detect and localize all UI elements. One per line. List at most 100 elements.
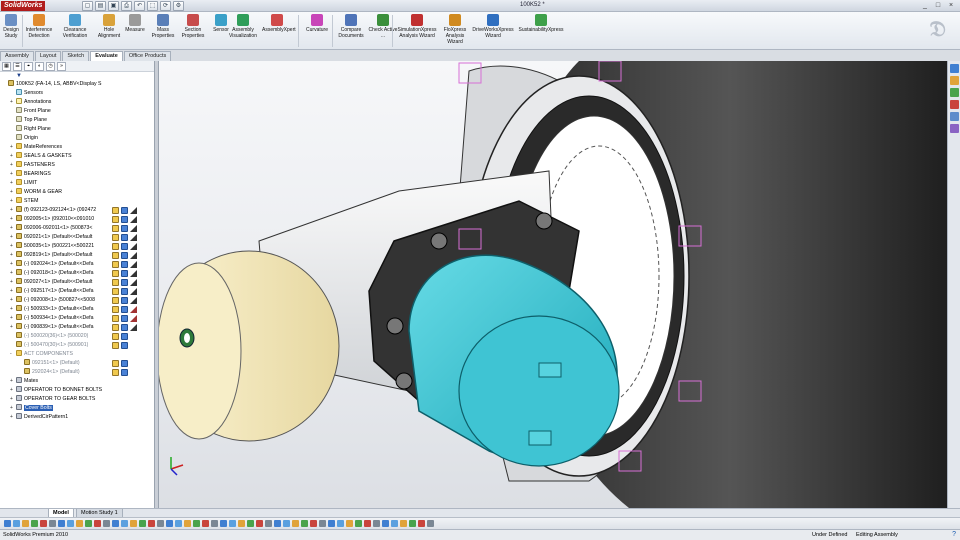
options-icon[interactable]: ⚙ [173, 1, 184, 11]
tree-node[interactable]: + Mates [10, 377, 112, 386]
tree-node[interactable]: + STEM [10, 197, 112, 206]
tree-node[interactable]: + (-) 092024<1> (Default<<Defa [10, 260, 112, 269]
appearance-icon[interactable] [130, 207, 137, 214]
ribbon-button-5[interactable]: Mass Properties [148, 14, 178, 48]
view-tool-icon[interactable] [391, 520, 398, 527]
view-tool-icon[interactable] [400, 520, 407, 527]
panel-tool-icon[interactable]: ▦ [2, 62, 11, 71]
visibility-icon[interactable] [112, 306, 119, 313]
view-tool-icon[interactable] [229, 520, 236, 527]
task-pane-tab-icon[interactable] [949, 112, 959, 121]
ribbon-button-8[interactable]: Assembly Visualization [228, 14, 258, 48]
display-pane-icon[interactable] [121, 324, 128, 331]
display-pane-icon[interactable] [121, 279, 128, 286]
visibility-icon[interactable] [112, 207, 119, 214]
appearance-icon[interactable] [130, 252, 137, 259]
view-tool-icon[interactable] [13, 520, 20, 527]
minimize-button[interactable]: _ [920, 1, 930, 10]
appearance-icon[interactable] [130, 261, 137, 268]
visibility-icon[interactable] [112, 243, 119, 250]
tree-node[interactable]: + MateReferences [10, 143, 112, 152]
tree-node[interactable]: + SEALS & GASKETS [10, 152, 112, 161]
tree-node[interactable]: + BEARINGS [10, 170, 112, 179]
tree-node[interactable]: Sensors [10, 89, 112, 98]
display-pane-icon[interactable] [121, 342, 128, 349]
maximize-button[interactable]: □ [933, 1, 943, 10]
ribbon-button-16[interactable]: SustainabilityXpress [516, 14, 566, 48]
tree-node[interactable]: + (-) 500933<1> (Default<<Defa [10, 305, 112, 314]
panel-tool-icon[interactable]: ⌖ [24, 62, 33, 71]
tab-layout[interactable]: Layout [34, 51, 62, 61]
display-pane-icon[interactable] [121, 306, 128, 313]
ribbon-button-9[interactable]: AssemblyXpert [262, 14, 296, 48]
tree-node[interactable]: + Annotations [10, 98, 112, 107]
graphics-viewport[interactable] [159, 61, 947, 508]
tree-node[interactable]: (-) 500020(36)<1> (500020) [10, 332, 112, 341]
visibility-icon[interactable] [112, 360, 119, 367]
visibility-icon[interactable] [112, 324, 119, 331]
tree-node[interactable]: + OPERATOR TO BONNET BOLTS [10, 386, 112, 395]
visibility-icon[interactable] [112, 288, 119, 295]
view-tool-icon[interactable] [355, 520, 362, 527]
tree-node[interactable]: +500035<1> (500221<<500221 [10, 242, 112, 251]
display-pane-icon[interactable] [121, 261, 128, 268]
ribbon-button-2[interactable]: Clearance Verification [60, 14, 90, 48]
help-icon[interactable]: ? [952, 530, 956, 540]
view-tool-icon[interactable] [31, 520, 38, 527]
view-tool-icon[interactable] [301, 520, 308, 527]
appearance-icon[interactable] [130, 315, 137, 322]
display-pane-icon[interactable] [121, 369, 128, 376]
view-tool-icon[interactable] [418, 520, 425, 527]
ribbon-button-13[interactable]: SimulationXpress Analysis Wizard [396, 14, 438, 48]
visibility-icon[interactable] [112, 270, 119, 277]
appearance-icon[interactable] [130, 234, 137, 241]
tree-node[interactable]: Right Plane [10, 125, 112, 134]
view-tool-icon[interactable] [283, 520, 290, 527]
display-pane-icon[interactable] [121, 297, 128, 304]
tree-node[interactable]: + OPERATOR TO GEAR BOLTS [10, 395, 112, 404]
view-tool-icon[interactable] [67, 520, 74, 527]
tree-node[interactable]: + (f) 092123-092124<1> (092472 [10, 206, 112, 215]
task-pane-tab-icon[interactable] [949, 88, 959, 97]
visibility-icon[interactable] [112, 333, 119, 340]
tree-node[interactable]: Front Plane [10, 107, 112, 116]
view-tool-icon[interactable] [247, 520, 254, 527]
view-tool-icon[interactable] [220, 520, 227, 527]
view-tool-icon[interactable] [40, 520, 47, 527]
view-tool-icon[interactable] [4, 520, 11, 527]
tree-node[interactable]: Origin [10, 134, 112, 143]
view-tool-icon[interactable] [202, 520, 209, 527]
tree-node[interactable]: 292024<1> (Default) [18, 368, 112, 377]
view-tool-icon[interactable] [49, 520, 56, 527]
tree-node[interactable]: + (-) 092018<1> (Default<<Defa [10, 269, 112, 278]
visibility-icon[interactable] [112, 315, 119, 322]
panel-tool-icon[interactable]: ◷ [46, 62, 55, 71]
ribbon-button-15[interactable]: DriveWorksXpress Wizard [470, 14, 516, 48]
view-tool-icon[interactable] [58, 520, 65, 527]
tree-node[interactable]: + WORM & GEAR [10, 188, 112, 197]
ribbon-button-10[interactable]: Curvature [302, 14, 332, 48]
tree-node[interactable]: +092021<1> (Default<<Default [10, 233, 112, 242]
tree-node[interactable]: (-) 500470(30)<1> (500901) [10, 341, 112, 350]
tab-sketch[interactable]: Sketch [62, 51, 90, 61]
tab-office-products[interactable]: Office Products [123, 51, 172, 61]
view-tool-icon[interactable] [103, 520, 110, 527]
view-tool-icon[interactable] [256, 520, 263, 527]
view-tool-icon[interactable] [157, 520, 164, 527]
view-tool-icon[interactable] [184, 520, 191, 527]
appearance-icon[interactable] [130, 306, 137, 313]
view-tool-icon[interactable] [364, 520, 371, 527]
appearance-icon[interactable] [130, 243, 137, 250]
view-tool-icon[interactable] [76, 520, 83, 527]
ribbon-button-12[interactable]: Check Active ... [368, 14, 398, 48]
tree-node[interactable]: + (-) 092517<1> (Default<<Defa [10, 287, 112, 296]
view-tool-icon[interactable] [373, 520, 380, 527]
task-pane-tab-icon[interactable] [949, 64, 959, 73]
panel-tool-icon[interactable]: » [57, 62, 66, 71]
appearance-icon[interactable] [130, 270, 137, 277]
view-tool-icon[interactable] [346, 520, 353, 527]
print-icon[interactable]: ⎙ [121, 1, 132, 11]
tree-node[interactable]: + FASTENERS [10, 161, 112, 170]
display-pane-icon[interactable] [121, 234, 128, 241]
view-tool-icon[interactable] [427, 520, 434, 527]
